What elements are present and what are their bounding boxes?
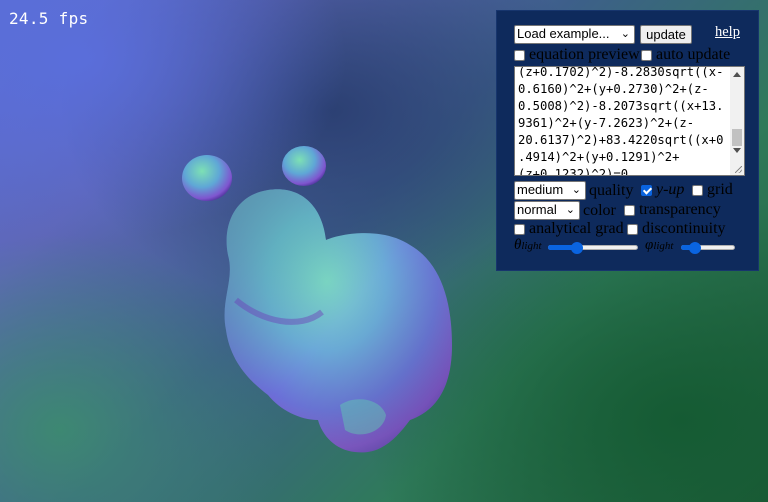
small-blob-right	[282, 146, 326, 186]
transparency-label: transparency	[639, 201, 721, 218]
auto-update-label: auto update	[656, 46, 731, 63]
color-label: color	[583, 201, 616, 219]
quality-value: medium	[517, 182, 564, 197]
chevron-down-icon: ⌄	[565, 204, 575, 216]
equation-preview-label: equation preview	[529, 46, 640, 63]
grid-label: grid	[707, 181, 733, 198]
equation-text: (z+0.1702)^2)-8.2830sqrt((x- 0.6160)^2+(y…	[518, 66, 725, 176]
equation-line: 0.5008)^2)-8.2073sqrt((x+13.	[518, 99, 724, 113]
chevron-down-icon: ⌄	[571, 184, 581, 196]
analytical-grad-label: analytical grad	[529, 220, 624, 237]
main-blob-shading	[224, 189, 452, 453]
discontinuity-checkbox[interactable]	[627, 223, 638, 235]
scroll-up-arrow-icon[interactable]	[733, 72, 741, 77]
y-up-label: y-up	[656, 181, 685, 198]
load-example-value: Load example...	[517, 26, 610, 41]
analytical-grad-checkbox[interactable]	[514, 223, 525, 235]
phi-light-sub: light	[653, 239, 674, 252]
resize-grip-icon[interactable]	[735, 166, 742, 173]
equation-scrollbar[interactable]	[730, 67, 744, 175]
scroll-thumb[interactable]	[732, 129, 742, 146]
chevron-down-icon: ⌄	[620, 28, 630, 40]
grid-checkbox[interactable]	[692, 184, 703, 196]
theta-light-symbol: θ	[514, 237, 522, 253]
phi-light-thumb[interactable]	[689, 242, 701, 254]
small-blob-left	[182, 155, 232, 201]
theta-light-thumb[interactable]	[571, 242, 583, 254]
equation-line: 20.6137)^2)+83.4220sqrt((x+0	[518, 133, 724, 147]
equation-line: 0.6160)^2+(y+0.2730)^2+(z-	[518, 82, 709, 96]
quality-select[interactable]: medium ⌄	[514, 181, 586, 200]
color-value: normal	[517, 202, 557, 217]
transparency-checkbox[interactable]	[624, 204, 635, 216]
update-button[interactable]: update	[640, 25, 692, 44]
quality-label: quality	[589, 181, 634, 199]
equation-line: .4914)^2+(y+0.1291)^2+	[518, 150, 680, 164]
phi-light-symbol: φ	[645, 237, 654, 253]
equation-line: (z+0.1232)^2)=0	[518, 167, 629, 176]
equation-line: 9361)^2+(y-7.2623)^2+(z-	[518, 116, 695, 130]
help-link[interactable]: help	[715, 24, 740, 41]
equation-preview-checkbox[interactable]	[514, 49, 525, 61]
auto-update-checkbox[interactable]	[641, 49, 652, 61]
load-example-select[interactable]: Load example... ⌄	[514, 25, 635, 44]
equation-line: (z+0.1702)^2)-8.2830sqrt((x-	[518, 66, 724, 79]
fps-counter: 24.5 fps	[9, 9, 89, 28]
discontinuity-label: discontinuity	[642, 220, 726, 237]
color-select[interactable]: normal ⌄	[514, 201, 580, 220]
phi-light-slider[interactable]	[681, 242, 735, 254]
scroll-down-arrow-icon[interactable]	[733, 148, 741, 153]
theta-light-sub: light	[521, 239, 542, 252]
theta-light-slider[interactable]	[548, 242, 638, 254]
y-up-checkbox[interactable]	[641, 184, 652, 196]
equation-textarea[interactable]: (z+0.1702)^2)-8.2830sqrt((x- 0.6160)^2+(y…	[514, 66, 745, 176]
